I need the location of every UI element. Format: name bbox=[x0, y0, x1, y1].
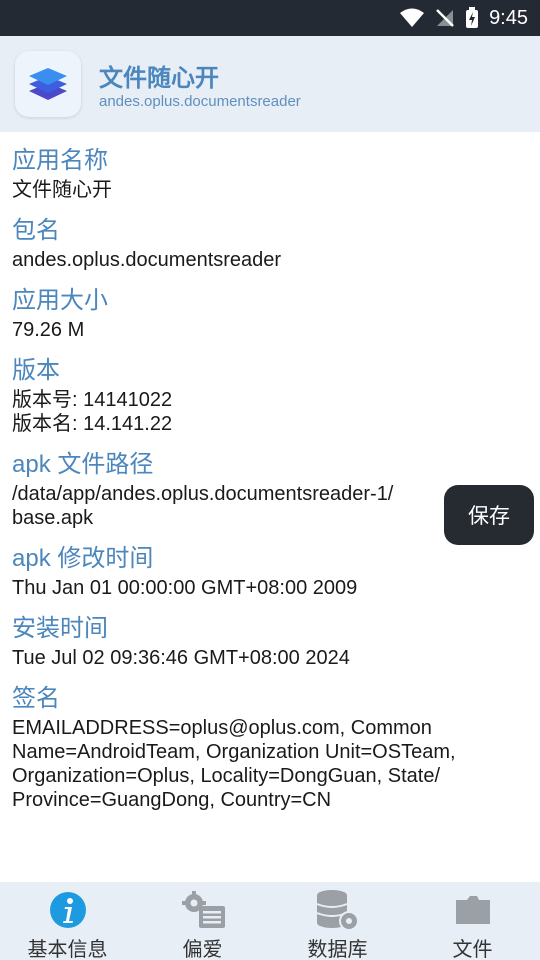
section-label: 安装时间 bbox=[12, 615, 108, 642]
apk-path-value: /data/app/andes.oplus.documentsreader-1/… bbox=[12, 482, 432, 530]
battery-charging-icon bbox=[466, 7, 479, 28]
section-value: Name=AndroidTeam, Organization Unit=OSTe… bbox=[12, 741, 456, 763]
section-label: 包名 bbox=[12, 217, 60, 244]
section-value: 文件随心开 bbox=[12, 179, 112, 201]
section-value: Tue Jul 02 09:36:46 GMT+08:00 2024 bbox=[12, 647, 350, 669]
nav-item-preferences[interactable]: 偏爱 bbox=[135, 882, 270, 960]
nav-label: 文件 bbox=[452, 939, 493, 960]
section-label: 应用大小 bbox=[12, 287, 108, 314]
section-value: Thu Jan 01 00:00:00 GMT+08:00 2009 bbox=[12, 577, 358, 599]
section-label: 应用名称 bbox=[12, 147, 108, 174]
section-apk-path: apk 文件路径 /data/app/andes.oplus.documents… bbox=[12, 448, 512, 530]
section-label: 签名 bbox=[12, 685, 60, 712]
section-install-time: 安装时间 Tue Jul 02 09:36:46 GMT+08:00 2024 bbox=[12, 612, 512, 670]
section-value: Organization=Oplus, Locality=DongGuan, S… bbox=[12, 765, 441, 787]
bottom-nav: 基本信息 偏爱 数据库 文件 bbox=[0, 882, 540, 960]
nav-item-database[interactable]: 数据库 bbox=[270, 882, 405, 960]
section-label: apk 文件路径 bbox=[12, 451, 154, 478]
section-value: andes.oplus.documentsreader bbox=[12, 249, 282, 271]
app-icon bbox=[15, 51, 81, 117]
section-app-name: 应用名称 文件随心开 bbox=[12, 144, 512, 202]
info-icon bbox=[44, 888, 92, 932]
section-signature: 签名 EMAILADDRESS=oplus@oplus.com, Common … bbox=[12, 682, 512, 812]
info-list: 应用名称 文件随心开 包名 andes.oplus.documentsreade… bbox=[12, 132, 512, 812]
database-gear-icon bbox=[314, 888, 362, 932]
section-label: apk 修改时间 bbox=[12, 545, 154, 572]
section-label: 版本 bbox=[12, 357, 60, 384]
section-version: 版本 版本号: 14141022 版本名: 14.141.22 bbox=[12, 354, 512, 436]
nav-label: 基本信息 bbox=[27, 939, 108, 960]
settings-list-icon bbox=[179, 888, 227, 932]
version-code: 版本号: 14141022 bbox=[12, 389, 173, 411]
status-time: 9:45 bbox=[489, 6, 528, 29]
section-value: /data/app/andes.oplus.documentsreader-1/ bbox=[12, 483, 394, 505]
section-value: EMAILADDRESS=oplus@oplus.com, Common bbox=[12, 717, 432, 739]
nav-item-basic-info[interactable]: 基本信息 bbox=[0, 882, 135, 960]
section-value: base.apk bbox=[12, 507, 94, 529]
no-signal-icon bbox=[436, 9, 454, 27]
nav-label: 偏爱 bbox=[182, 939, 223, 960]
layers-icon bbox=[29, 68, 67, 100]
save-button[interactable]: 保存 bbox=[444, 485, 534, 545]
wifi-icon bbox=[400, 8, 425, 27]
folder-icon bbox=[449, 888, 497, 932]
status-icons: 9:45 bbox=[399, 0, 528, 36]
section-package: 包名 andes.oplus.documentsreader bbox=[12, 214, 512, 272]
app-title: 文件随心开 bbox=[99, 65, 219, 92]
section-apk-modified: apk 修改时间 Thu Jan 01 00:00:00 GMT+08:00 2… bbox=[12, 542, 512, 600]
app-package: andes.oplus.documentsreader bbox=[99, 93, 301, 110]
version-name: 版本名: 14.141.22 bbox=[12, 413, 173, 435]
section-app-size: 应用大小 79.26 M bbox=[12, 284, 512, 342]
section-value: 79.26 M bbox=[12, 319, 85, 341]
status-bar: 9:45 bbox=[0, 0, 540, 36]
section-value: Province=GuangDong, Country=CN bbox=[12, 789, 332, 811]
app-header: 文件随心开 andes.oplus.documentsreader bbox=[0, 36, 540, 132]
nav-label: 数据库 bbox=[307, 939, 368, 960]
nav-item-files[interactable]: 文件 bbox=[405, 882, 540, 960]
